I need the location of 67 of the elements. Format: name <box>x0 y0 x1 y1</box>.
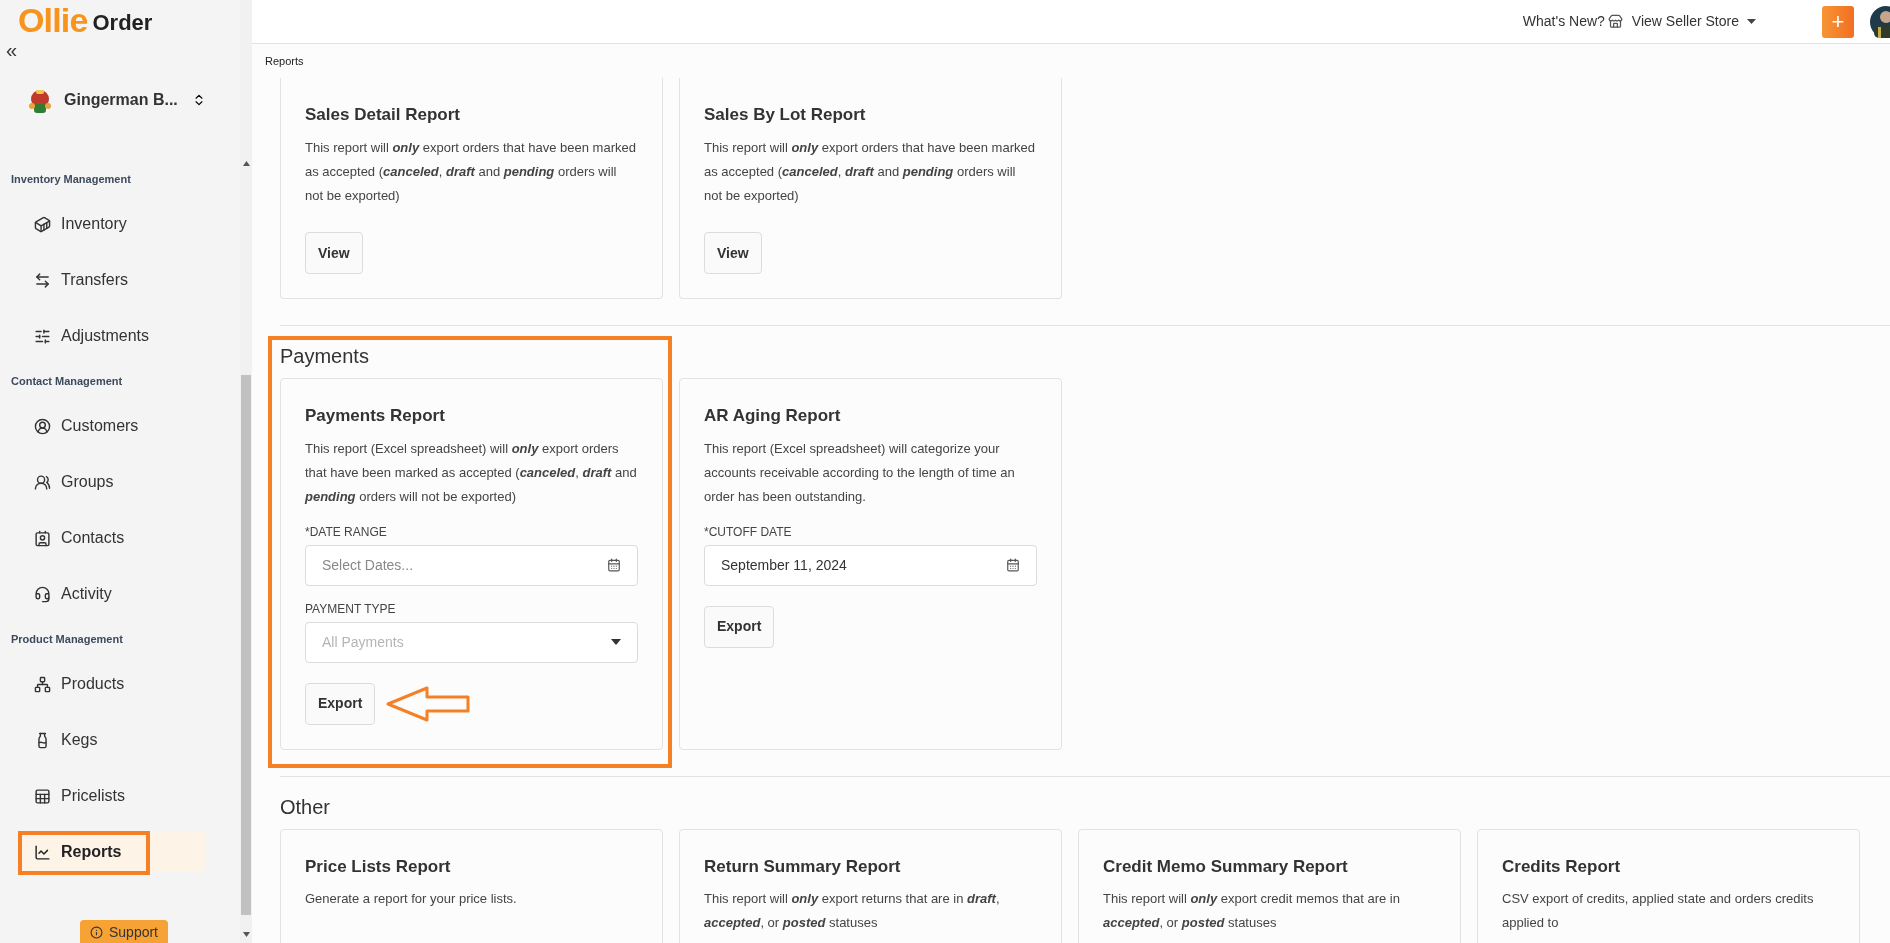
section-heading: Product Management <box>10 631 123 647</box>
breadcrumb: Reports <box>264 53 305 69</box>
card-title: Payments Report <box>305 405 446 427</box>
field-label: *DATE RANGE <box>305 523 388 541</box>
users-icon <box>34 473 51 491</box>
brand-logo: Ollie <box>18 0 88 40</box>
action-button[interactable]: View <box>305 232 363 274</box>
card-title: Sales By Lot Report <box>704 104 867 126</box>
info-icon <box>89 925 103 939</box>
support-button[interactable]: Support <box>79 920 168 943</box>
nav-item[interactable]: Transfers <box>20 260 206 300</box>
action-button[interactable]: Export <box>704 605 775 648</box>
section-title: Payments <box>280 344 369 369</box>
card-title: Return Summary Report <box>704 855 902 878</box>
action-button[interactable]: Export <box>305 682 376 725</box>
org-switcher[interactable]: Gingerman B... <box>26 86 206 114</box>
date-field[interactable]: September 11, 2024 <box>704 544 1037 586</box>
card-description: This report (Excel spreadsheet) will categorize your accounts receivable according to the length of time an order has been outstanding. <box>704 439 1016 506</box>
nav-item[interactable]: Pricelists <box>20 776 206 816</box>
whats-new-link[interactable]: What's New? <box>1522 11 1605 32</box>
caret-icon <box>611 639 621 645</box>
caret-icon <box>1747 19 1756 24</box>
user-icon <box>34 417 51 435</box>
transfer-icon <box>34 271 51 289</box>
calendar-icon <box>1006 558 1020 572</box>
sliders-icon <box>34 327 51 345</box>
card-description: Generate a report for your price lists. <box>305 890 518 908</box>
date-field[interactable]: Select Dates... <box>305 544 638 586</box>
headset-icon <box>34 585 51 603</box>
seller-store-link[interactable]: View Seller Store <box>1631 11 1739 32</box>
card-description: This report will only export orders that have been marked as accepted (canceled, draft and pending orders will not be exported) <box>305 138 637 205</box>
collapse-button[interactable]: « <box>6 39 18 61</box>
scroll-down-icon <box>243 932 250 937</box>
card-description: CSV export of credits, applied state and orders credits applied to <box>1502 890 1815 932</box>
card-description: This report will only export credit memos that are in accepted, or posted statuses <box>1103 890 1401 932</box>
section-heading: Inventory Management <box>10 171 131 187</box>
chart-icon <box>34 843 51 861</box>
calendar-icon <box>607 558 621 572</box>
scrollbar-thumb[interactable] <box>241 375 251 915</box>
table-icon <box>34 787 51 805</box>
scroll-up-icon <box>243 161 250 166</box>
nav-item[interactable]: Inventory <box>20 204 206 244</box>
card-title: Credits Report <box>1502 855 1622 878</box>
nav-item[interactable]: Activity <box>20 574 206 614</box>
card-title: AR Aging Report <box>704 405 842 427</box>
nav-item[interactable]: Customers <box>20 406 206 446</box>
nav-item[interactable]: Kegs <box>20 720 206 760</box>
store-icon <box>1607 14 1623 29</box>
field-label: *CUTOFF DATE <box>704 523 793 541</box>
org-name: Gingerman B... <box>64 90 178 110</box>
card-description: This report (Excel spreadsheet) will only export orders that have been marked as accepted (canceled, draft and pending orders will not be exported) <box>305 439 638 506</box>
nav-item[interactable]: Adjustments <box>20 316 206 356</box>
card-description: This report will only export orders that have been marked as accepted (canceled, draft and pending orders will not be exported) <box>704 138 1036 205</box>
product-name: Order <box>92 9 153 37</box>
card-description: This report will only export returns that are in draft, accepted, or posted statuses <box>704 890 1001 932</box>
section-heading: Contact Management <box>10 373 123 389</box>
field-label: PAYMENT TYPE <box>305 600 397 618</box>
card-title: Sales Detail Report <box>305 104 461 126</box>
nav-item[interactable]: Products <box>20 664 206 704</box>
nav-item[interactable]: Contacts <box>20 518 206 558</box>
nav-item[interactable]: Groups <box>20 462 206 502</box>
nav-item[interactable]: Reports <box>20 832 206 872</box>
card-title: Credit Memo Summary Report <box>1103 855 1349 878</box>
card-title: Price Lists Report <box>305 855 452 878</box>
section-title: Other <box>280 794 331 820</box>
action-button[interactable]: View <box>704 232 762 274</box>
contact-card-icon <box>34 529 51 547</box>
